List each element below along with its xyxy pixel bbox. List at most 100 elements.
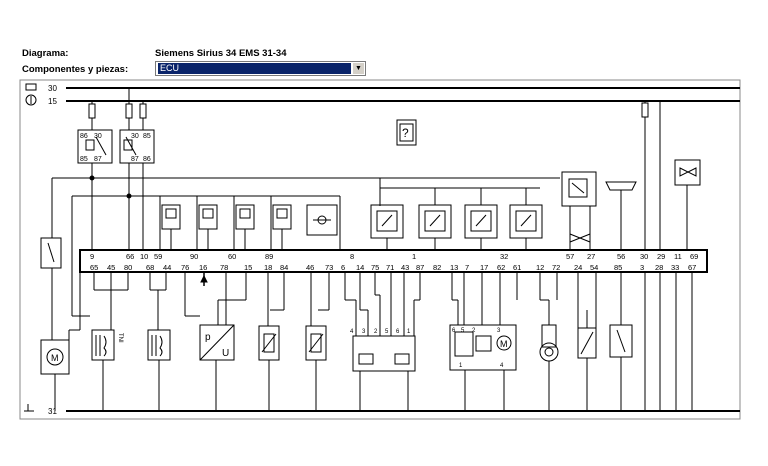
relay1-pin: 30 bbox=[94, 133, 102, 140]
ecu-top-pin: 89 bbox=[265, 252, 273, 261]
temp-sensor-icon bbox=[305, 325, 327, 361]
ecu-top-pin: 11 bbox=[674, 252, 682, 261]
ecu-bottom-pin: 62 bbox=[497, 263, 505, 272]
rail-label-31: 31 bbox=[48, 407, 57, 416]
rail-label-30: 30 bbox=[48, 84, 57, 93]
ecu-bottom-pin: 82 bbox=[433, 263, 441, 272]
idle-pin: 5 bbox=[461, 328, 465, 334]
ecu-top-pin: 30 bbox=[640, 252, 648, 261]
injector-pin: 2 bbox=[374, 329, 378, 335]
lambda-sensor-icon bbox=[577, 327, 597, 359]
relay1-pin: 86 bbox=[80, 133, 88, 140]
injector-pin: 1 bbox=[407, 329, 411, 335]
ecu-bottom-pin: 87 bbox=[416, 263, 424, 272]
injector-pin: 6 bbox=[396, 329, 400, 335]
ecu-bottom-pin: 54 bbox=[590, 263, 598, 272]
ecu-top-pin: 69 bbox=[690, 252, 698, 261]
ecu-bottom-pin: 18 bbox=[264, 263, 272, 272]
ecu-bottom-pin: 85 bbox=[614, 263, 622, 272]
ecu-bottom-pin: 28 bbox=[655, 263, 663, 272]
ecu-bottom-pin: 46 bbox=[306, 263, 314, 272]
injector-icon bbox=[91, 329, 115, 361]
ignition-coil-icon bbox=[235, 204, 255, 230]
speed-sensor-icon bbox=[539, 324, 559, 362]
ecu-top-pin: 60 bbox=[228, 252, 236, 261]
idle-pin: 3 bbox=[497, 328, 501, 334]
ecu-bottom-pin: 45 bbox=[107, 263, 115, 272]
fuse-icon bbox=[139, 101, 147, 119]
ecu-bottom-pin: 72 bbox=[552, 263, 560, 272]
ecu-bottom-pin: 16 bbox=[199, 263, 207, 272]
idle-actuator bbox=[352, 335, 416, 372]
wiring-diagram: 30 15 31 86 30 85 87 30 85 87 86 ? TNI p… bbox=[19, 79, 741, 420]
injector-pin: 3 bbox=[362, 329, 366, 335]
ecu-bottom-pin: 43 bbox=[401, 263, 409, 272]
ecu-top-pin: 8 bbox=[350, 252, 354, 261]
relay2-pin: 85 bbox=[143, 133, 151, 140]
temp-marker: TNI bbox=[117, 333, 123, 343]
unknown-component-symbol: ? bbox=[402, 126, 409, 140]
ignition-module-icon bbox=[370, 204, 404, 239]
motor-label: M bbox=[51, 353, 59, 363]
ground-icon bbox=[24, 404, 34, 412]
injector-icon bbox=[147, 329, 171, 361]
ecu-top-pin: 29 bbox=[657, 252, 665, 261]
ecu-bottom-pin: 24 bbox=[574, 263, 582, 272]
ecu-bottom-pin: 68 bbox=[146, 263, 154, 272]
idle-pin: 2 bbox=[472, 328, 476, 334]
injector-pin: 4 bbox=[350, 329, 354, 335]
ecu-bottom-pin: 3 bbox=[640, 263, 644, 272]
ecu-bottom-pin: 33 bbox=[671, 263, 679, 272]
ecu-bottom-pin: 84 bbox=[280, 263, 288, 272]
ecu-top-pin: 27 bbox=[587, 252, 595, 261]
battery-icon bbox=[25, 83, 37, 91]
ignition-module-icon bbox=[418, 204, 452, 239]
relay2-pin: 30 bbox=[131, 133, 139, 140]
ecu-top-pin: 57 bbox=[566, 252, 574, 261]
ecu-bottom-pin: 17 bbox=[480, 263, 488, 272]
knock-sensor-icon bbox=[605, 181, 637, 191]
motor-symbol: M bbox=[500, 339, 508, 349]
ecu-bottom-pin: 75 bbox=[371, 263, 379, 272]
ecu-bottom-pin: 78 bbox=[220, 263, 228, 272]
ecu-top-pin-labels: 9 66 10 59 90 60 89 8 1 32 57 27 56 30 29 11 69 bbox=[90, 252, 698, 261]
ecu-top-pin: 66 bbox=[126, 252, 134, 261]
ecu-bottom-pin: 6 bbox=[341, 263, 345, 272]
ecu-bottom-pin: 73 bbox=[325, 263, 333, 272]
fuse-icon bbox=[125, 88, 133, 119]
ecu-bottom-pin-labels: 65 45 80 68 44 76 16 78 15 18 84 46 73 6 14 75 71 43 87 82 1… bbox=[90, 263, 696, 272]
fuse-icon bbox=[641, 101, 649, 118]
ecu-bottom-pin: 14 bbox=[356, 263, 364, 272]
switch-icon bbox=[609, 324, 633, 358]
ecu-top-pin: 90 bbox=[190, 252, 198, 261]
relay2-pin: 87 bbox=[131, 156, 139, 163]
ignition-module-icon bbox=[509, 204, 543, 239]
ecu-top-pin: 32 bbox=[500, 252, 508, 261]
ignition-coil-icon bbox=[161, 204, 181, 230]
ecu-bottom-pin: 13 bbox=[450, 263, 458, 272]
switch-icon bbox=[40, 237, 62, 269]
ignition-coil-icon bbox=[272, 204, 292, 230]
idle-pin: 4 bbox=[500, 363, 504, 369]
ecu-bottom-pin: 44 bbox=[163, 263, 171, 272]
sensor-icon bbox=[561, 171, 597, 207]
ecu-bottom-pin: 12 bbox=[536, 263, 544, 272]
ecu-bottom-pin: 67 bbox=[688, 263, 696, 272]
ecu-top-pin: 1 bbox=[412, 252, 416, 261]
ecu-top-pin: 10 bbox=[140, 252, 148, 261]
ecu-bottom-pin: 65 bbox=[90, 263, 98, 272]
ecu-bottom-pin: 15 bbox=[244, 263, 252, 272]
pressure-symbol: p bbox=[205, 332, 211, 343]
ecu-bottom-pin: 80 bbox=[124, 263, 132, 272]
ignition-key-icon bbox=[25, 94, 37, 106]
ecu-bottom-pin: 7 bbox=[465, 263, 469, 272]
valve-icon bbox=[306, 204, 338, 236]
ignition-coil-icon bbox=[198, 204, 218, 230]
temp-sensor-icon bbox=[258, 325, 280, 361]
idle-pin: 1 bbox=[459, 363, 463, 369]
relay1-pin: 85 bbox=[80, 156, 88, 163]
rail-label-15: 15 bbox=[48, 97, 57, 106]
ignition-module-icon bbox=[464, 204, 498, 239]
ecu-top-pin: 59 bbox=[154, 252, 162, 261]
relay2-pin: 86 bbox=[143, 156, 151, 163]
